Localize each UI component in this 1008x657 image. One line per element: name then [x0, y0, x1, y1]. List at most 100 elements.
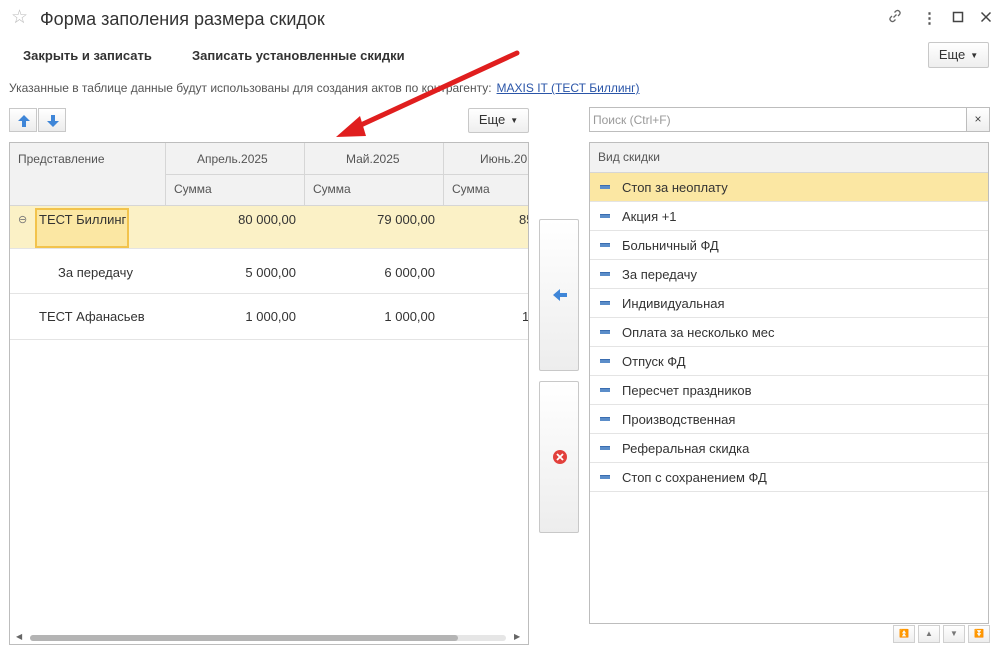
- scroll-thumb[interactable]: [30, 635, 458, 641]
- chevron-down-icon: ▼: [510, 116, 519, 125]
- table-row[interactable]: ⊖ ТЕСТ Биллинг 80 000,00 79 000,00 85: [10, 206, 528, 249]
- sub-header-sum: Сумма: [174, 182, 212, 196]
- col-presentation[interactable]: Представление: [18, 152, 105, 166]
- first-page-icon: ⏫: [899, 629, 909, 638]
- last-page-icon: ⏬: [974, 629, 984, 638]
- cell-value[interactable]: 6 000,00: [315, 265, 435, 280]
- divider: [165, 174, 528, 175]
- arrow-up-icon: [18, 115, 30, 127]
- info-note: Указанные в таблице данные будут использ…: [9, 81, 640, 95]
- item-marker-icon: [600, 185, 610, 189]
- favorite-star-icon[interactable]: ☆: [11, 8, 28, 28]
- maximize-icon[interactable]: [947, 8, 969, 30]
- cell-value[interactable]: 1 000,00: [176, 309, 296, 324]
- more-menu-button[interactable]: Еще ▼: [928, 42, 989, 68]
- discount-grid[interactable]: Представление Апрель.2025 Май.2025 Июнь.…: [9, 142, 529, 645]
- col-period-june[interactable]: Июнь.20: [480, 152, 527, 166]
- add-discount-button[interactable]: [539, 219, 579, 371]
- chevron-down-icon: ▼: [950, 629, 958, 638]
- close-and-save-button[interactable]: Закрыть и записать: [23, 48, 152, 63]
- list-item-label: Производственная: [622, 412, 736, 427]
- scroll-left-icon[interactable]: ◀: [16, 632, 22, 641]
- list-item[interactable]: За передачу: [590, 260, 988, 289]
- link-icon[interactable]: [884, 8, 906, 30]
- sub-header-sum: Сумма: [452, 182, 490, 196]
- table-row[interactable]: За передачу 5 000,00 6 000,00: [10, 250, 528, 294]
- row-label: ТЕСТ Биллинг: [39, 212, 127, 227]
- list-item[interactable]: Акция +1: [590, 202, 988, 231]
- col-period-april[interactable]: Апрель.2025: [197, 152, 268, 166]
- table-row[interactable]: ТЕСТ Афанасьев 1 000,00 1 000,00 1: [10, 295, 528, 340]
- item-marker-icon: [600, 359, 610, 363]
- item-marker-icon: [600, 475, 610, 479]
- cell-value[interactable]: 79 000,00: [315, 212, 435, 227]
- cell-value[interactable]: 1 000,00: [315, 309, 435, 324]
- cell-value[interactable]: 1: [522, 309, 528, 324]
- clear-search-button[interactable]: ×: [966, 107, 990, 132]
- grid-header: Представление Апрель.2025 Май.2025 Июнь.…: [10, 143, 528, 206]
- list-item-label: Реферальная скидка: [622, 441, 750, 456]
- list-item-label: Стоп за неоплату: [622, 180, 728, 195]
- list-item[interactable]: Производственная: [590, 405, 988, 434]
- list-item-label: За передачу: [622, 267, 697, 282]
- remove-discount-button[interactable]: [539, 381, 579, 533]
- item-marker-icon: [600, 214, 610, 218]
- move-up-button[interactable]: [9, 108, 37, 132]
- next-page-button[interactable]: ▼: [943, 625, 965, 643]
- list-item[interactable]: Стоп за неоплату: [590, 173, 988, 202]
- first-page-button[interactable]: ⏫: [893, 625, 915, 643]
- chevron-down-icon: ▼: [970, 51, 979, 60]
- write-discounts-button[interactable]: Записать установленные скидки: [192, 48, 405, 63]
- collapse-icon[interactable]: ⊖: [18, 213, 27, 226]
- scroll-right-icon[interactable]: ▶: [514, 632, 520, 641]
- command-bar: Закрыть и записать Записать установленны…: [0, 40, 1008, 72]
- arrow-down-icon: [47, 115, 59, 127]
- list-item[interactable]: Отпуск ФД: [590, 347, 988, 376]
- last-page-button[interactable]: ⏬: [968, 625, 990, 643]
- list-item-label: Отпуск ФД: [622, 354, 686, 369]
- sub-header-sum: Сумма: [313, 182, 351, 196]
- list-item-label: Пересчет праздников: [622, 383, 752, 398]
- horizontal-scrollbar[interactable]: ◀ ▶: [10, 630, 528, 644]
- list-item[interactable]: Индивидуальная: [590, 289, 988, 318]
- list-item-label: Стоп с сохранением ФД: [622, 470, 767, 485]
- item-marker-icon: [600, 301, 610, 305]
- window-title: Форма заполения размера скидок: [40, 9, 325, 29]
- row-label: За передачу: [58, 265, 133, 280]
- list-item-label: Акция +1: [622, 209, 677, 224]
- cell-value[interactable]: 5 000,00: [176, 265, 296, 280]
- row-label: ТЕСТ Афанасьев: [39, 309, 145, 324]
- cell-value[interactable]: 80 000,00: [176, 212, 296, 227]
- list-item-label: Индивидуальная: [622, 296, 725, 311]
- title-bar: ☆ Форма заполения размера скидок ⋮: [0, 0, 1008, 38]
- grid-more-button[interactable]: Еще ▼: [468, 108, 529, 133]
- item-marker-icon: [600, 446, 610, 450]
- item-marker-icon: [600, 417, 610, 421]
- list-item[interactable]: Реферальная скидка: [590, 434, 988, 463]
- list-item[interactable]: Оплата за несколько мес: [590, 318, 988, 347]
- item-marker-icon: [600, 330, 610, 334]
- list-header: Вид скидки: [590, 143, 988, 173]
- prev-page-button[interactable]: ▲: [918, 625, 940, 643]
- list-item[interactable]: Пересчет праздников: [590, 376, 988, 405]
- delete-icon: [553, 450, 567, 464]
- search-input[interactable]: Поиск (Ctrl+F): [589, 107, 967, 132]
- move-down-button[interactable]: [38, 108, 66, 132]
- list-item[interactable]: Больничный ФД: [590, 231, 988, 260]
- discount-type-list[interactable]: Вид скидки Стоп за неоплату Акция +1 Бол…: [589, 142, 989, 624]
- close-icon[interactable]: [975, 8, 997, 30]
- item-marker-icon: [600, 388, 610, 392]
- more-menu-label: Еще: [938, 47, 966, 62]
- item-marker-icon: [600, 243, 610, 247]
- grid-more-label: Еще: [478, 112, 506, 127]
- arrow-left-icon: [553, 289, 567, 301]
- more-actions-icon[interactable]: ⋮: [918, 8, 940, 30]
- col-period-may[interactable]: Май.2025: [346, 152, 400, 166]
- list-item-label: Оплата за несколько мес: [622, 325, 775, 340]
- list-item[interactable]: Стоп с сохранением ФД: [590, 463, 988, 492]
- list-item-label: Больничный ФД: [622, 238, 719, 253]
- counterparty-link[interactable]: MAXIS IT (ТЕСТ Биллинг): [497, 81, 640, 95]
- chevron-up-icon: ▲: [925, 629, 933, 638]
- cell-value[interactable]: 85: [519, 212, 528, 227]
- item-marker-icon: [600, 272, 610, 276]
